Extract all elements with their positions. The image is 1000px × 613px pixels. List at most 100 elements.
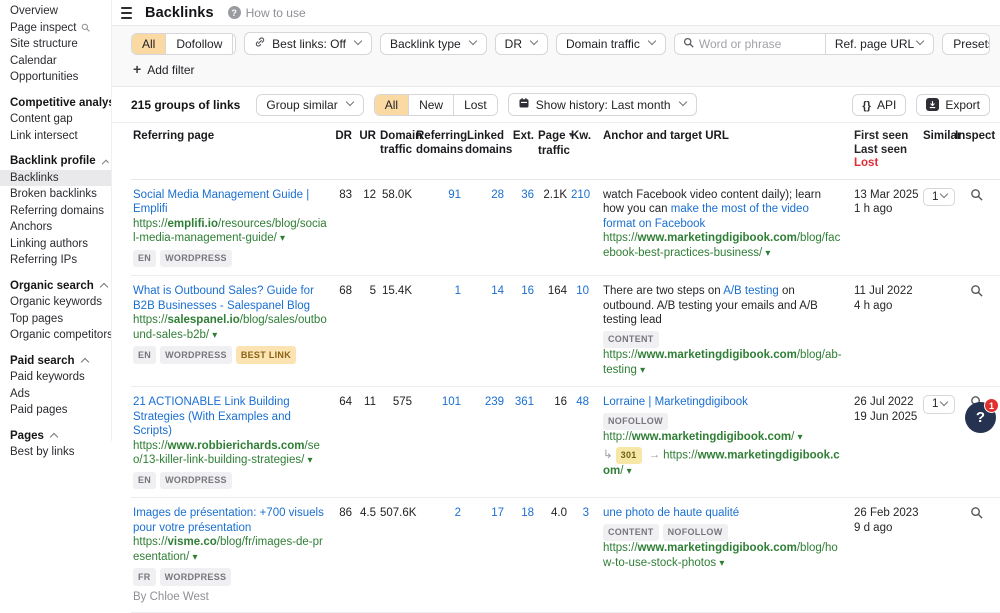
url-expand-icon[interactable] [719, 557, 724, 569]
tab-lost[interactable]: Lost [454, 95, 497, 115]
sidebar-item-page-inspect[interactable]: Page inspect [0, 20, 111, 37]
url-expand-icon[interactable] [765, 247, 770, 259]
sidebar-item-opportunities[interactable]: Opportunities [0, 69, 111, 86]
referring-page-title[interactable]: What is Outbound Sales? Guide for B2B Bu… [133, 285, 314, 312]
inspect-icon[interactable] [970, 284, 983, 302]
kw-link[interactable]: 210 [571, 189, 590, 201]
url-expand-icon[interactable] [192, 551, 197, 563]
menu-icon[interactable] [119, 5, 134, 21]
ext-link[interactable]: 361 [515, 396, 534, 408]
anchor-link[interactable]: une photo de haute qualité [603, 507, 739, 519]
url-expand-icon[interactable] [280, 232, 285, 244]
api-button[interactable]: API [852, 94, 906, 116]
inspect-icon[interactable] [970, 506, 983, 524]
col-inspect[interactable]: Inspect [953, 123, 1000, 179]
tab-all[interactable]: All [375, 95, 409, 115]
sidebar-item-ads[interactable]: Ads [0, 386, 111, 403]
sidebar-section-backlink-profile[interactable]: Backlink profile [0, 153, 111, 170]
col-ur[interactable]: UR [354, 123, 378, 179]
kw-link[interactable]: 10 [576, 285, 589, 297]
sidebar-item-link-intersect[interactable]: Link intersect [0, 128, 111, 145]
add-filter-button[interactable]: Add filter [133, 63, 195, 77]
sidebar-item-overview[interactable]: Overview [0, 3, 111, 20]
target-url[interactable]: https://www.marketingdigibook.com/blog/h… [603, 541, 844, 571]
sidebar-item-linking-authors[interactable]: Linking authors [0, 236, 111, 253]
linked-domains-link[interactable]: 28 [491, 189, 504, 201]
export-button[interactable]: Export [916, 94, 990, 116]
sidebar-item-paid-pages[interactable]: Paid pages [0, 402, 111, 419]
anchor-link[interactable]: A/B testing [723, 285, 779, 297]
best-links-dropdown[interactable]: Best links: Off [244, 32, 372, 55]
linked-domains-link[interactable]: 239 [485, 396, 504, 408]
col-domain-traffic[interactable]: Domain traffic [378, 123, 414, 179]
ext-link[interactable]: 18 [521, 507, 534, 519]
sidebar-item-site-structure[interactable]: Site structure [0, 36, 111, 53]
url-expand-icon[interactable] [798, 431, 803, 443]
sidebar-item-referring-ips[interactable]: Referring IPs [0, 252, 111, 269]
col-referring-page[interactable]: Referring page [131, 123, 331, 179]
backlink-type-dropdown[interactable]: Backlink type [380, 33, 487, 55]
how-to-use-link[interactable]: How to use [228, 6, 306, 20]
referring-page-title[interactable]: Social Media Management Guide | Emplifi [133, 189, 309, 216]
linked-domains-link[interactable]: 14 [491, 285, 504, 297]
sidebar-section-paid-search[interactable]: Paid search [0, 353, 111, 370]
sidebar-section-organic-search[interactable]: Organic search [0, 278, 111, 295]
sidebar-item-calendar[interactable]: Calendar [0, 53, 111, 70]
referring-page-title[interactable]: Images de présentation: +700 visuels pou… [133, 507, 324, 534]
kw-link[interactable]: 3 [583, 507, 589, 519]
sidebar-section-pages[interactable]: Pages [0, 428, 111, 445]
sidebar-item-organic-keywords[interactable]: Organic keywords [0, 294, 111, 311]
filter-nofollow-tab[interactable]: Nofollow [233, 34, 236, 54]
kw-link[interactable]: 48 [576, 396, 589, 408]
col-linked-domains[interactable]: Linked domains [463, 123, 506, 179]
tab-new[interactable]: New [409, 95, 454, 115]
col-similar[interactable]: Similar [921, 123, 953, 179]
sidebar-item-anchors[interactable]: Anchors [0, 219, 111, 236]
target-url[interactable]: http://www.marketingdigibook.com/ [603, 430, 844, 446]
sidebar-item-content-gap[interactable]: Content gap [0, 111, 111, 128]
sidebar-item-paid-keywords[interactable]: Paid keywords [0, 369, 111, 386]
linked-domains-link[interactable]: 17 [491, 507, 504, 519]
referring-domains-link[interactable]: 1 [455, 285, 461, 297]
target-url[interactable]: https://www.marketingdigibook.com/blog/f… [603, 231, 844, 261]
domain-traffic-dropdown[interactable]: Domain traffic [556, 33, 666, 55]
url-expand-icon[interactable] [212, 329, 217, 341]
ext-link[interactable]: 36 [521, 189, 534, 201]
anchor-link[interactable]: Lorraine | Marketingdigibook [603, 396, 748, 408]
col-referring-domains[interactable]: Referring domains [414, 123, 463, 179]
sidebar-item-broken-backlinks[interactable]: Broken backlinks [0, 186, 111, 203]
inspect-icon[interactable] [970, 188, 983, 206]
sidebar-item-referring-domains[interactable]: Referring domains [0, 203, 111, 220]
referring-page-url[interactable]: https://visme.co/blog/fr/images-de-prese… [133, 535, 329, 565]
ref-page-url-dropdown[interactable]: Ref. page URL [825, 34, 933, 54]
sidebar-item-best-by-links[interactable]: Best by links [0, 444, 111, 461]
url-expand-icon[interactable] [627, 465, 632, 477]
help-button[interactable]: 1 [965, 402, 996, 433]
ext-link[interactable]: 16 [521, 285, 534, 297]
group-similar-dropdown[interactable]: Group similar [256, 94, 363, 116]
url-expand-icon[interactable] [640, 364, 645, 376]
referring-domains-link[interactable]: 91 [448, 189, 461, 201]
search-input[interactable] [699, 34, 817, 54]
referring-page-url[interactable]: https://salespanel.io/blog/sales/outboun… [133, 313, 329, 343]
referring-domains-link[interactable]: 101 [442, 396, 461, 408]
referring-page-url[interactable]: https://www.robbierichards.com/seo/13-ki… [133, 439, 329, 469]
show-history-dropdown[interactable]: Show history: Last month [508, 93, 697, 116]
sidebar-item-backlinks[interactable]: Backlinks [0, 170, 111, 187]
referring-domains-link[interactable]: 2 [455, 507, 461, 519]
referring-page-title[interactable]: 21 ACTIONABLE Link Building Strategies (… [133, 396, 291, 437]
col-dr[interactable]: DR [331, 123, 354, 179]
referring-page-url[interactable]: https://emplifi.io/resources/blog/social… [133, 217, 329, 247]
sidebar-section-competitive-analysis[interactable]: Competitive analysis [0, 95, 111, 112]
similar-dropdown[interactable]: 1 [923, 395, 955, 414]
target-url[interactable]: https://www.marketingdigibook.com/blog/a… [603, 348, 844, 378]
filter-all-tab[interactable]: All [132, 34, 166, 54]
col-page-traffic[interactable]: Pagetraffic [536, 123, 569, 179]
url-expand-icon[interactable] [308, 454, 313, 466]
sidebar-item-top-pages[interactable]: Top pages [0, 311, 111, 328]
presets-dropdown[interactable]: Presets [943, 34, 990, 54]
dr-dropdown[interactable]: DR [495, 33, 548, 55]
similar-dropdown[interactable]: 1 [923, 188, 955, 207]
col-anchor-target[interactable]: Anchor and target URL [591, 123, 846, 179]
filter-dofollow-tab[interactable]: Dofollow [166, 34, 233, 54]
